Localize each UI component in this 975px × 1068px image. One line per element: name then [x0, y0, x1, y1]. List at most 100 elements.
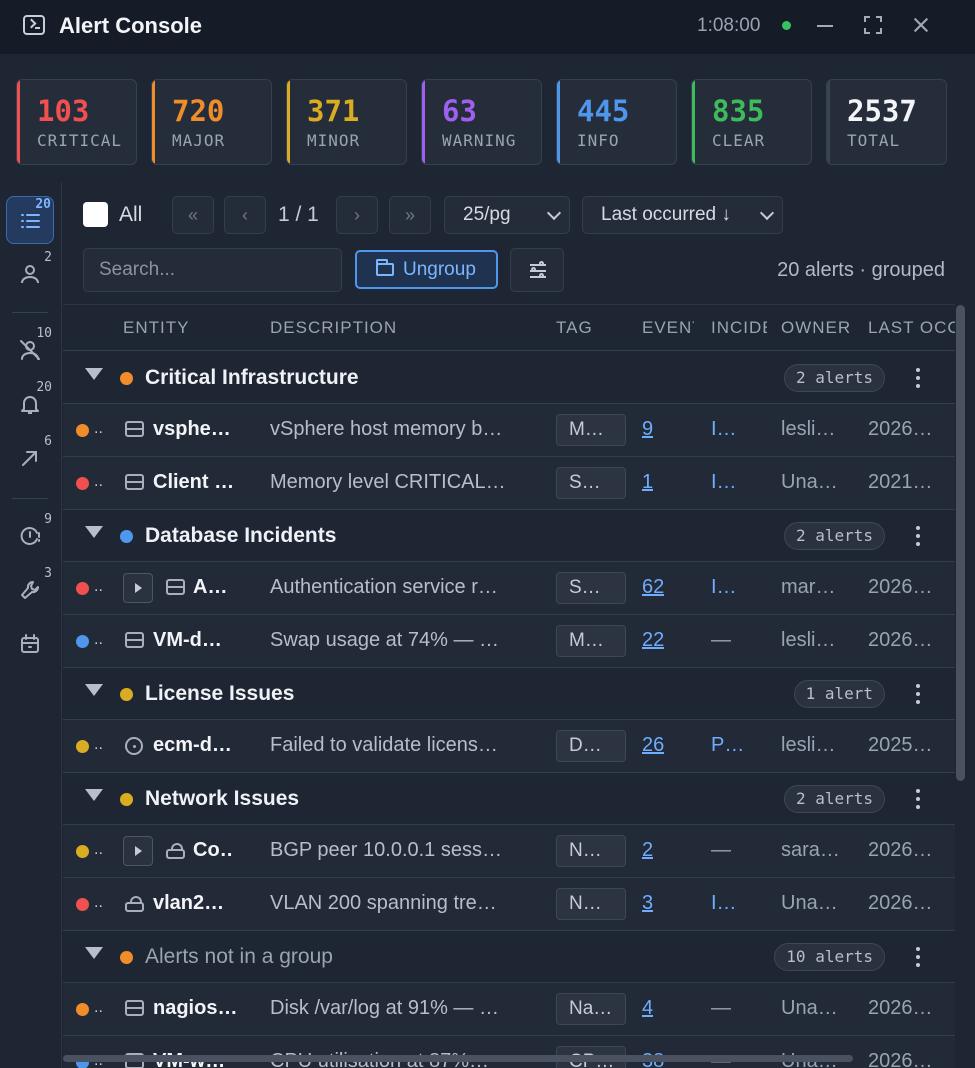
group-row[interactable]: Network Issues 2 alerts	[63, 773, 955, 825]
group-row[interactable]: License Issues 1 alert	[63, 668, 955, 720]
collapse-triangle-icon[interactable]	[85, 684, 103, 696]
more-options-icon[interactable]	[916, 947, 920, 967]
table-row[interactable]: .. vsphe… vSphere host memory b… M… 9 I… lesli…	[63, 404, 955, 457]
incident-cell[interactable]: I…	[711, 418, 737, 441]
group-row[interactable]: Database Incidents 2 alerts	[63, 510, 955, 562]
search-input[interactable]	[83, 248, 342, 292]
entity-cell[interactable]: vlan2…	[153, 892, 245, 915]
incident-cell[interactable]: I…	[711, 471, 737, 494]
entity-cell[interactable]: Co…	[193, 839, 233, 862]
table-row[interactable]: .. ecm-d… Failed to validate licens… D… 26 P……	[63, 720, 955, 773]
events-link[interactable]: 4	[642, 997, 653, 1020]
events-link[interactable]: 3	[642, 892, 653, 915]
column-header-description[interactable]: DESCRIPTION	[270, 318, 430, 338]
column-settings-button[interactable]	[510, 248, 564, 292]
column-header-tag[interactable]: TAG	[556, 318, 616, 338]
sidebar-item-maintenance[interactable]: 3	[6, 566, 54, 614]
events-link[interactable]: 1	[642, 471, 653, 494]
events-link[interactable]: 22	[642, 629, 664, 652]
collapse-triangle-icon[interactable]	[85, 789, 103, 801]
minimize-button[interactable]	[812, 12, 838, 38]
incident-cell[interactable]: I…	[711, 576, 737, 599]
vertical-scrollbar[interactable]	[956, 305, 965, 781]
entity-cell[interactable]: VM-d…	[153, 629, 245, 652]
entity-cell[interactable]: ecm-d…	[153, 734, 245, 757]
tag-chip[interactable]: D…	[556, 730, 626, 762]
sidebar-item-all-alerts[interactable]: 20	[6, 196, 54, 244]
collapse-triangle-icon[interactable]	[85, 947, 103, 959]
tag-chip[interactable]: M…	[556, 625, 626, 657]
close-button[interactable]	[908, 12, 934, 38]
first-page-button[interactable]: «	[172, 196, 214, 234]
more-options-icon[interactable]	[916, 368, 920, 388]
group-row[interactable]: Critical Infrastructure 2 alerts	[63, 352, 955, 404]
next-page-button[interactable]: ›	[336, 196, 378, 234]
stat-info[interactable]: 445 INFO	[556, 79, 677, 165]
events-link[interactable]: 26	[642, 734, 664, 757]
group-row[interactable]: Alerts not in a group 10 alerts	[63, 931, 955, 983]
events-link[interactable]: 9	[642, 418, 653, 441]
incident-cell[interactable]: P…	[711, 734, 744, 757]
stat-critical[interactable]: 103 CRITICAL	[16, 79, 137, 165]
stat-warning[interactable]: 63 WARNING	[421, 79, 542, 165]
sidebar-item-my-alerts[interactable]: 2	[6, 250, 54, 298]
column-header-incident[interactable]: INCIDENT	[711, 318, 767, 338]
entity-cell[interactable]: nagios…	[153, 997, 245, 1020]
tag-chip[interactable]: N…	[556, 835, 626, 867]
entity-cell[interactable]: Client …	[153, 471, 245, 494]
table-row[interactable]: .. VM-d… Swap usage at 74% — … M… 22 — lesli… 2…	[63, 615, 955, 668]
prev-page-button[interactable]: ‹	[224, 196, 266, 234]
sidebar-item-overdue[interactable]: 9	[6, 512, 54, 560]
column-header-last-occurred[interactable]: LAST OCCURRED	[868, 318, 955, 338]
server-icon	[125, 1000, 144, 1016]
incident-cell[interactable]: I…	[711, 892, 737, 915]
tag-chip[interactable]: M…	[556, 414, 626, 446]
events-link[interactable]: 62	[642, 576, 664, 599]
table-row[interactable]: .. nagios… Disk /var/log at 91% — … Na… 4 — Un…	[63, 983, 955, 1036]
sort-select[interactable]: Last occurred ↓	[582, 196, 783, 234]
sidebar-item-unassigned[interactable]: 10	[6, 326, 54, 374]
stat-minor[interactable]: 371 MINOR	[286, 79, 407, 165]
more-options-icon[interactable]	[916, 684, 920, 704]
ungroup-button[interactable]: Ungroup	[355, 250, 498, 289]
more-options-icon[interactable]	[916, 526, 920, 546]
table-row[interactable]: .. A… Authentication service r… S… 62 I… mar… 2…	[63, 562, 955, 615]
expand-row-button[interactable]	[123, 573, 153, 603]
horizontal-scrollbar[interactable]	[63, 1055, 853, 1062]
column-header-events[interactable]: EVENTS	[642, 318, 694, 338]
owner-cell: Una…	[781, 997, 838, 1019]
page-size-select[interactable]: 25/pg	[444, 196, 570, 234]
sidebar-item-schedule[interactable]	[6, 620, 54, 668]
clock-alert-icon	[20, 527, 40, 545]
expand-row-button[interactable]	[123, 836, 153, 866]
tag-chip[interactable]: S…	[556, 572, 626, 604]
table-row[interactable]: .. vlan2… VLAN 200 spanning tre… N… 3 I… Una… 2…	[63, 878, 955, 931]
select-all-checkbox[interactable]	[83, 202, 108, 227]
description-cell: Memory level CRITICAL…	[270, 471, 506, 493]
column-header-owner[interactable]: OWNER	[781, 318, 853, 338]
entity-cell[interactable]: A…	[193, 576, 233, 599]
stat-clear[interactable]: 835 CLEAR	[691, 79, 812, 165]
more-options-icon[interactable]	[916, 789, 920, 809]
stat-major[interactable]: 720 MAJOR	[151, 79, 272, 165]
tag-chip[interactable]: N…	[556, 888, 626, 920]
severity-label-truncated: ..	[94, 473, 103, 490]
column-header-entity[interactable]: ENTITY	[123, 318, 253, 338]
sidebar-count: 3	[44, 566, 52, 581]
description-cell: Authentication service r…	[270, 576, 498, 598]
collapse-triangle-icon[interactable]	[85, 526, 103, 538]
entity-cell[interactable]: vsphe…	[153, 418, 245, 441]
last-page-button[interactable]: »	[389, 196, 431, 234]
stat-total[interactable]: 2537 TOTAL	[826, 79, 947, 165]
table-row[interactable]: .. Co… BGP peer 10.0.0.1 sess… N… 2 — sara… 202…	[63, 825, 955, 878]
sidebar-item-escalated[interactable]: 6	[6, 434, 54, 482]
events-link[interactable]: 2	[642, 839, 653, 862]
tag-chip[interactable]: S…	[556, 467, 626, 499]
severity-dot	[76, 740, 89, 753]
tag-chip[interactable]: Na…	[556, 993, 626, 1025]
sidebar: 20 2 10 20 6 9 3	[0, 182, 62, 1068]
table-row[interactable]: .. Client … Memory level CRITICAL… S… 1 I… Una…	[63, 457, 955, 510]
fullscreen-button[interactable]	[860, 12, 886, 38]
sidebar-item-notifications[interactable]: 20	[6, 380, 54, 428]
collapse-triangle-icon[interactable]	[85, 368, 103, 380]
